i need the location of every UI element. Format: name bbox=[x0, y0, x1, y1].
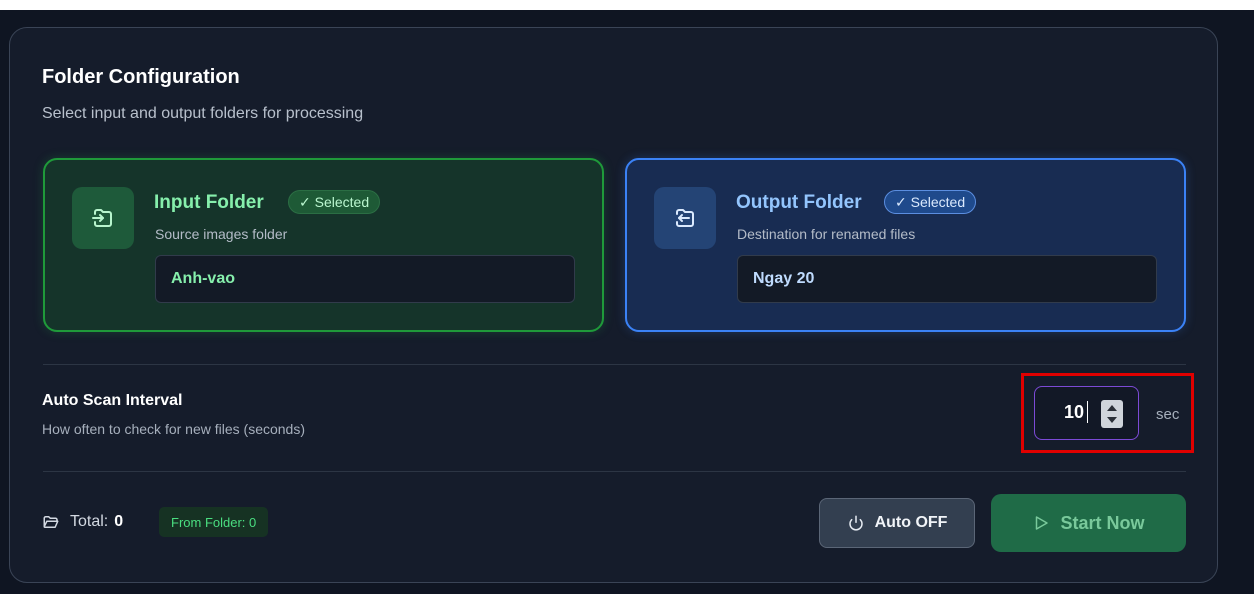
from-folder-badge: From Folder: 0 bbox=[159, 507, 269, 537]
scan-interval-input[interactable]: 10 bbox=[1034, 386, 1139, 440]
divider bbox=[43, 471, 1186, 472]
output-selected-badge: ✓ Selected bbox=[884, 190, 977, 214]
interval-stepper[interactable] bbox=[1101, 400, 1123, 428]
auto-button-label: Auto OFF bbox=[874, 514, 948, 531]
scan-interval-value[interactable]: 10 bbox=[1064, 402, 1084, 423]
stepper-down-icon[interactable] bbox=[1107, 417, 1117, 423]
top-strip bbox=[0, 0, 1254, 10]
total-count: Total: 0 bbox=[42, 513, 123, 531]
input-selected-badge: ✓ Selected bbox=[288, 190, 381, 214]
start-button-label: Start Now bbox=[1060, 512, 1145, 533]
total-value: 0 bbox=[114, 513, 124, 530]
power-icon bbox=[848, 515, 863, 531]
input-folder-title: Input Folder bbox=[154, 192, 264, 213]
interval-unit: sec bbox=[1156, 406, 1180, 423]
folder-input-icon bbox=[72, 187, 134, 249]
input-folder-field[interactable]: Anh-vao bbox=[155, 255, 575, 303]
stepper-up-icon[interactable] bbox=[1107, 405, 1117, 411]
output-folder-card[interactable]: Output Folder ✓ Selected Destination for… bbox=[625, 158, 1186, 332]
folder-open-icon bbox=[43, 516, 59, 528]
output-folder-field[interactable]: Ngay 20 bbox=[737, 255, 1157, 303]
divider bbox=[43, 364, 1186, 365]
auto-toggle-button[interactable]: Auto OFF bbox=[819, 498, 975, 548]
folder-configuration-panel: Folder Configuration Select input and ou… bbox=[9, 27, 1218, 583]
auto-scan-label: Auto Scan Interval bbox=[42, 392, 183, 409]
page-subtitle: Select input and output folders for proc… bbox=[42, 105, 364, 122]
total-label: Total: bbox=[70, 513, 109, 530]
folder-output-icon bbox=[654, 187, 716, 249]
text-caret bbox=[1087, 401, 1088, 423]
auto-scan-description: How often to check for new files (second… bbox=[42, 421, 306, 437]
start-now-button[interactable]: Start Now bbox=[991, 494, 1186, 552]
output-folder-description: Destination for renamed files bbox=[737, 226, 916, 242]
play-icon bbox=[1036, 516, 1049, 530]
page-title: Folder Configuration bbox=[42, 66, 240, 88]
output-folder-title: Output Folder bbox=[736, 192, 862, 213]
input-folder-description: Source images folder bbox=[155, 226, 288, 242]
input-folder-card[interactable]: Input Folder ✓ Selected Source images fo… bbox=[43, 158, 604, 332]
